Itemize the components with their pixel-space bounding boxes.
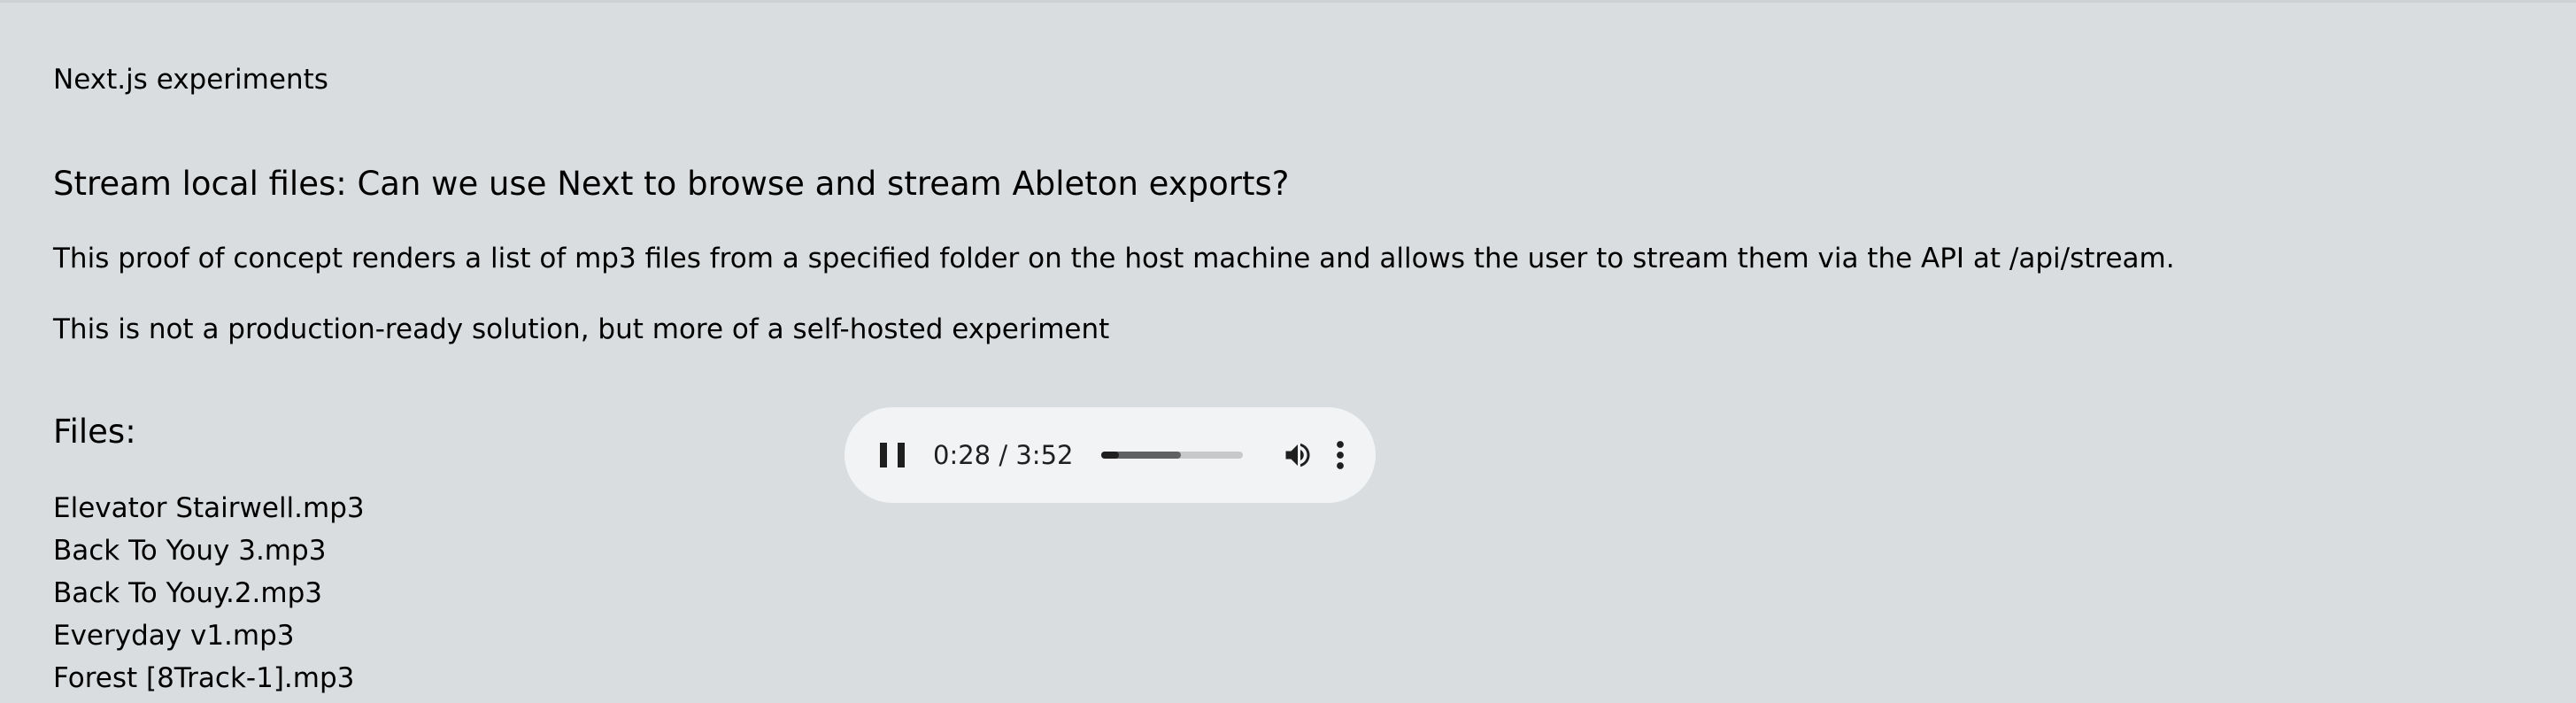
time-separator: / xyxy=(991,440,1016,470)
current-time: 0:28 xyxy=(933,440,991,470)
audio-player: 0:28 / 3:52 xyxy=(845,407,1376,503)
page-heading: Stream local files: Can we use Next to b… xyxy=(53,165,1290,203)
pause-icon-bar xyxy=(880,443,887,467)
file-item[interactable]: Forest [8Track-1].mp3 xyxy=(53,657,365,699)
file-item[interactable]: Back To Youy.2.mp3 xyxy=(53,572,365,614)
file-item[interactable]: Everyday v1.mp3 xyxy=(53,614,365,657)
disclaimer-paragraph: This is not a production-ready solution,… xyxy=(53,313,1110,345)
files-heading: Files: xyxy=(53,413,136,451)
more-vertical-icon[interactable] xyxy=(1335,439,1346,471)
description-paragraph: This proof of concept renders a list of … xyxy=(53,243,2175,274)
progress-slider[interactable] xyxy=(1101,452,1244,459)
pause-button[interactable] xyxy=(880,441,905,469)
file-item[interactable]: Back To Youy 3.mp3 xyxy=(53,529,365,572)
file-list: Elevator Stairwell.mp3 Back To Youy 3.mp… xyxy=(53,487,365,699)
pause-icon-bar xyxy=(898,443,905,467)
time-display: 0:28 / 3:52 xyxy=(933,440,1073,470)
progress-played xyxy=(1101,452,1119,459)
site-title[interactable]: Next.js experiments xyxy=(53,62,328,97)
top-border xyxy=(0,0,2576,3)
file-item[interactable]: Elevator Stairwell.mp3 xyxy=(53,487,365,529)
volume-icon[interactable] xyxy=(1282,439,1314,471)
duration: 3:52 xyxy=(1015,440,1074,470)
